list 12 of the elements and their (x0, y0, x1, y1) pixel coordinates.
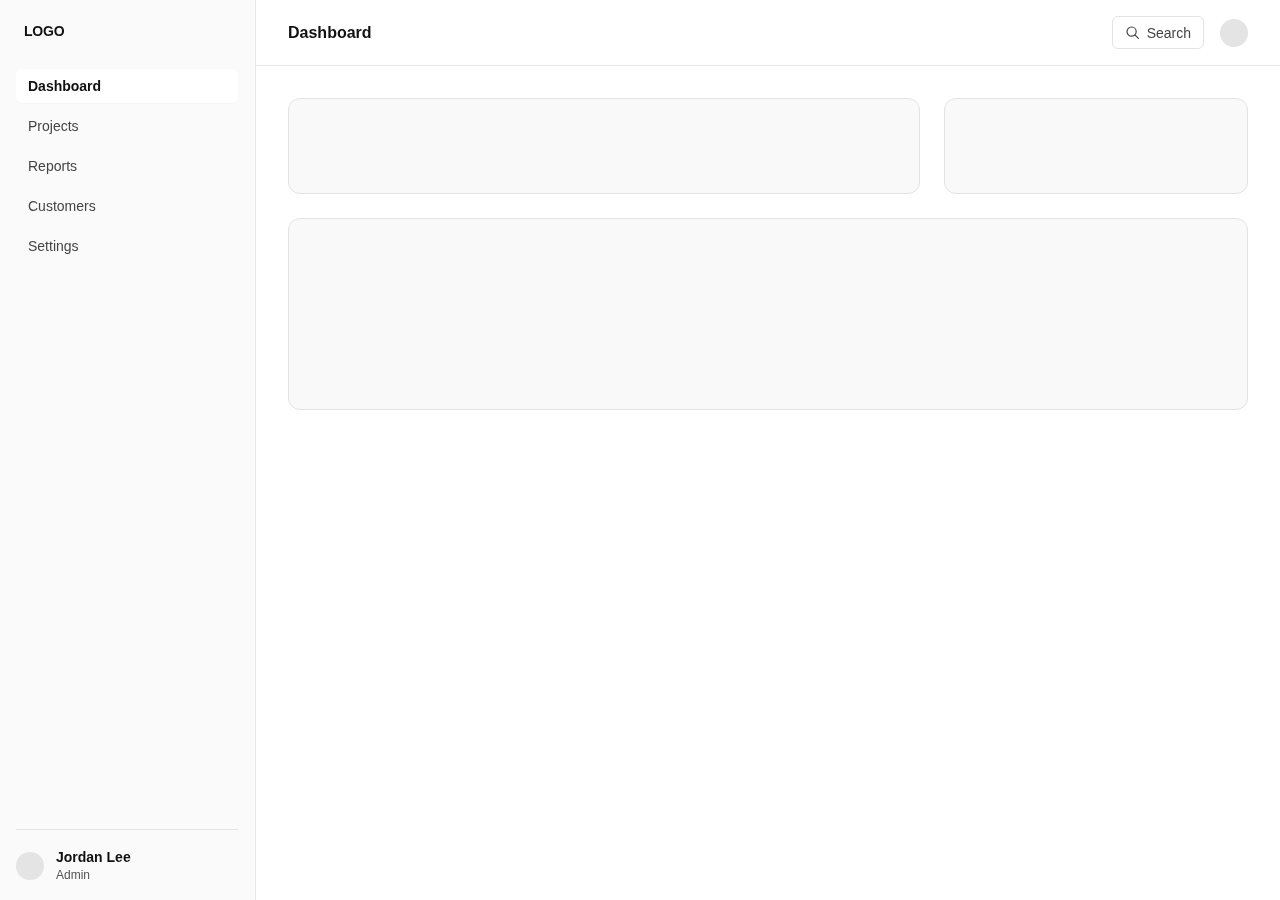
user-name: Jordan Lee (56, 849, 131, 865)
sidebar-item[interactable]: Customers (16, 189, 238, 223)
avatar-icon[interactable] (1220, 18, 1248, 47)
search-button[interactable]: Search (1111, 16, 1204, 49)
logo: LOGO (24, 23, 65, 39)
sidebar-item[interactable]: Reports (16, 149, 238, 183)
user-role: Admin (56, 868, 91, 882)
sidebar-item[interactable]: Dashboard (16, 69, 238, 103)
search-icon (1125, 26, 1139, 39)
page-title: Dashboard (288, 23, 372, 42)
sidebar-item[interactable]: Projects (16, 109, 238, 143)
sidebar-item[interactable]: Settings (16, 229, 238, 263)
